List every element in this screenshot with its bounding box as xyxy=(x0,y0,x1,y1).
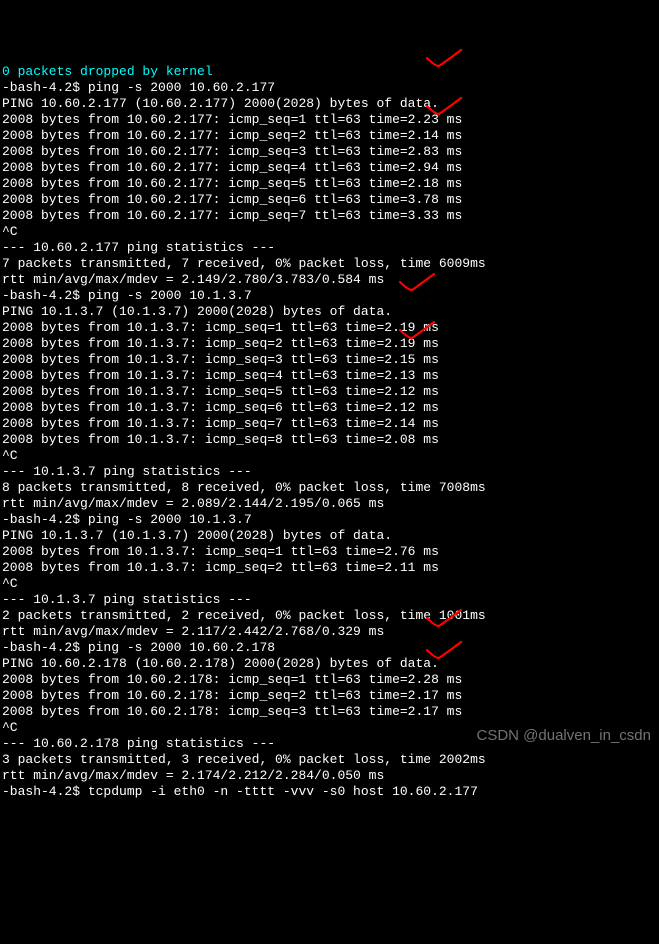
terminal-line: PING 10.60.2.178 (10.60.2.178) 2000(2028… xyxy=(2,656,657,672)
terminal-line: 2008 bytes from 10.60.2.177: icmp_seq=5 … xyxy=(2,176,657,192)
terminal-line: 7 packets transmitted, 7 received, 0% pa… xyxy=(2,256,657,272)
terminal-line: 2008 bytes from 10.1.3.7: icmp_seq=2 ttl… xyxy=(2,336,657,352)
terminal-line: --- 10.1.3.7 ping statistics --- xyxy=(2,592,657,608)
terminal-line: rtt min/avg/max/mdev = 2.149/2.780/3.783… xyxy=(2,272,657,288)
terminal-line: rtt min/avg/max/mdev = 2.174/2.212/2.284… xyxy=(2,768,657,784)
terminal-line: 2008 bytes from 10.1.3.7: icmp_seq=8 ttl… xyxy=(2,432,657,448)
terminal-line: 2 packets transmitted, 2 received, 0% pa… xyxy=(2,608,657,624)
terminal-line: rtt min/avg/max/mdev = 2.117/2.442/2.768… xyxy=(2,624,657,640)
terminal-line: 2008 bytes from 10.60.2.177: icmp_seq=7 … xyxy=(2,208,657,224)
terminal-line: 2008 bytes from 10.60.2.177: icmp_seq=4 … xyxy=(2,160,657,176)
terminal-line: 2008 bytes from 10.1.3.7: icmp_seq=1 ttl… xyxy=(2,544,657,560)
terminal-line: -bash-4.2$ ping -s 2000 10.1.3.7 xyxy=(2,288,657,304)
terminal-line: 0 packets dropped by kernel xyxy=(2,64,657,80)
terminal-line: 2008 bytes from 10.60.2.178: icmp_seq=3 … xyxy=(2,704,657,720)
terminal-line: -bash-4.2$ ping -s 2000 10.1.3.7 xyxy=(2,512,657,528)
terminal-line: 2008 bytes from 10.60.2.177: icmp_seq=2 … xyxy=(2,128,657,144)
terminal-line: --- 10.60.2.177 ping statistics --- xyxy=(2,240,657,256)
terminal-line: -bash-4.2$ ping -s 2000 10.60.2.177 xyxy=(2,80,657,96)
terminal-line: 2008 bytes from 10.60.2.178: icmp_seq=1 … xyxy=(2,672,657,688)
terminal-line: --- 10.1.3.7 ping statistics --- xyxy=(2,464,657,480)
terminal-line: 2008 bytes from 10.1.3.7: icmp_seq=4 ttl… xyxy=(2,368,657,384)
terminal-line: 2008 bytes from 10.60.2.177: icmp_seq=6 … xyxy=(2,192,657,208)
terminal-line: 2008 bytes from 10.1.3.7: icmp_seq=6 ttl… xyxy=(2,400,657,416)
terminal-line: 2008 bytes from 10.1.3.7: icmp_seq=7 ttl… xyxy=(2,416,657,432)
terminal-line: 2008 bytes from 10.60.2.178: icmp_seq=2 … xyxy=(2,688,657,704)
terminal-line: 2008 bytes from 10.60.2.177: icmp_seq=1 … xyxy=(2,112,657,128)
terminal-line: 8 packets transmitted, 8 received, 0% pa… xyxy=(2,480,657,496)
terminal-line: -bash-4.2$ ping -s 2000 10.60.2.178 xyxy=(2,640,657,656)
terminal-line: PING 10.1.3.7 (10.1.3.7) 2000(2028) byte… xyxy=(2,304,657,320)
terminal-line: 2008 bytes from 10.1.3.7: icmp_seq=1 ttl… xyxy=(2,320,657,336)
terminal-line: 2008 bytes from 10.1.3.7: icmp_seq=3 ttl… xyxy=(2,352,657,368)
terminal-line: rtt min/avg/max/mdev = 2.089/2.144/2.195… xyxy=(2,496,657,512)
terminal-line: 2008 bytes from 10.1.3.7: icmp_seq=5 ttl… xyxy=(2,384,657,400)
terminal-line: ^C xyxy=(2,576,657,592)
terminal-line: ^C xyxy=(2,448,657,464)
terminal-line: PING 10.1.3.7 (10.1.3.7) 2000(2028) byte… xyxy=(2,528,657,544)
terminal-output[interactable]: 0 packets dropped by kernel-bash-4.2$ pi… xyxy=(2,64,657,800)
terminal-line: 2008 bytes from 10.1.3.7: icmp_seq=2 ttl… xyxy=(2,560,657,576)
terminal-line: 3 packets transmitted, 3 received, 0% pa… xyxy=(2,752,657,768)
terminal-line: -bash-4.2$ tcpdump -i eth0 -n -tttt -vvv… xyxy=(2,784,657,800)
terminal-line: PING 10.60.2.177 (10.60.2.177) 2000(2028… xyxy=(2,96,657,112)
terminal-line: ^C xyxy=(2,224,657,240)
terminal-line: 2008 bytes from 10.60.2.177: icmp_seq=3 … xyxy=(2,144,657,160)
watermark-text: CSDN @dualven_in_csdn xyxy=(477,728,652,744)
